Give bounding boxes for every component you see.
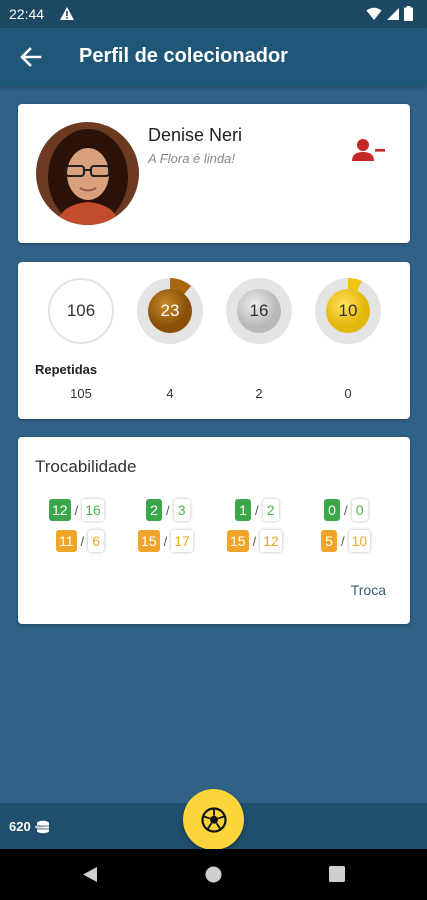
page-title: Perfil de colecionador [79,45,288,67]
ball-fab-button[interactable] [183,789,244,850]
have-count: 5 [321,530,337,552]
stats-card: 106 23 16 10 Repetidas 105 4 2 0 [18,262,410,419]
trade-pair-orange: 11 / 6 [56,530,105,552]
battery-icon [404,6,413,26]
have-count: 2 [146,499,162,521]
app-bar: Perfil de colecionador [0,28,427,86]
alert-icon [59,6,75,26]
need-count: 2 [262,499,279,521]
stat-circle-gold[interactable]: 10 [315,277,381,344]
stat-circle-total[interactable]: 106 [48,278,114,344]
trade-pair-green: 2 / 3 [146,499,190,521]
have-count: 15 [138,530,160,552]
square-recents-icon [329,866,345,882]
need-count: 16 [82,499,104,521]
have-count: 12 [49,499,71,521]
coins-value: 620 [9,819,31,834]
have-count: 1 [235,499,251,521]
have-count: 0 [324,499,340,521]
trade-pair-green: 12 / 16 [49,499,104,521]
status-bar: 22:44 [0,0,427,28]
separator: / [163,533,168,549]
need-count: 17 [171,530,193,552]
wifi-icon [366,7,382,26]
stat-value: 10 [338,301,358,320]
separator: / [341,533,345,549]
need-count: 10 [348,530,371,552]
nav-recents-button[interactable] [329,866,345,887]
repeated-value: 2 [255,386,263,401]
remove-friend-button[interactable] [351,136,387,166]
coins-counter[interactable]: 620 [9,819,50,834]
stat-value: 16 [249,301,269,320]
avatar-photo [36,122,139,225]
repeated-value: 105 [70,386,92,401]
stat-circle-bronze[interactable]: 23 [137,278,203,344]
have-count: 15 [227,530,249,552]
nav-back-button[interactable] [82,866,98,888]
separator: / [166,502,170,518]
separator: / [252,533,257,549]
need-count: 3 [173,499,190,521]
signal-icon [386,7,400,26]
soccer-ball-icon [200,806,227,833]
repeated-label: Repetidas [35,362,98,377]
need-count: 0 [351,499,368,521]
need-count: 6 [88,530,105,552]
separator: / [80,533,85,549]
separator: / [344,502,348,518]
coins-icon [34,820,49,833]
profile-name: Denise Neri [148,125,243,145]
stat-circle-silver[interactable]: 16 [226,278,292,344]
need-count: 12 [260,530,282,552]
trade-pair-orange: 15 / 17 [138,530,193,552]
person-remove-icon [352,139,385,161]
nav-home-button[interactable] [205,866,222,888]
system-nav-bar [0,849,427,900]
trade-button[interactable]: Troca [351,582,386,598]
trade-pair-green: 0 / 0 [324,499,368,521]
trade-pair-orange: 15 / 12 [227,530,282,552]
have-count: 11 [56,530,77,552]
back-button[interactable] [18,45,44,69]
tradeability-title: Trocabilidade [35,457,137,476]
status-time: 22:44 [9,6,45,22]
profile-status: A Flora é linda! [148,151,235,166]
trade-pair-orange: 5 / 10 [321,530,371,552]
trade-pair-green: 1 / 2 [235,499,279,521]
stat-value: 23 [160,301,180,320]
repeated-value: 4 [166,386,174,401]
circle-home-icon [205,866,222,883]
profile-card: Denise Neri A Flora é linda! [18,104,410,243]
repeated-value: 0 [344,386,352,401]
triangle-back-icon [83,867,97,882]
separator: / [255,502,259,518]
arrow-back-icon [20,47,42,67]
separator: / [74,502,79,518]
tradeability-card: Trocabilidade 12 / 16 11 / 6 2 / 3 15 / … [18,437,410,624]
avatar [36,122,139,225]
stat-value: 106 [66,301,96,320]
status-icons [366,6,413,26]
